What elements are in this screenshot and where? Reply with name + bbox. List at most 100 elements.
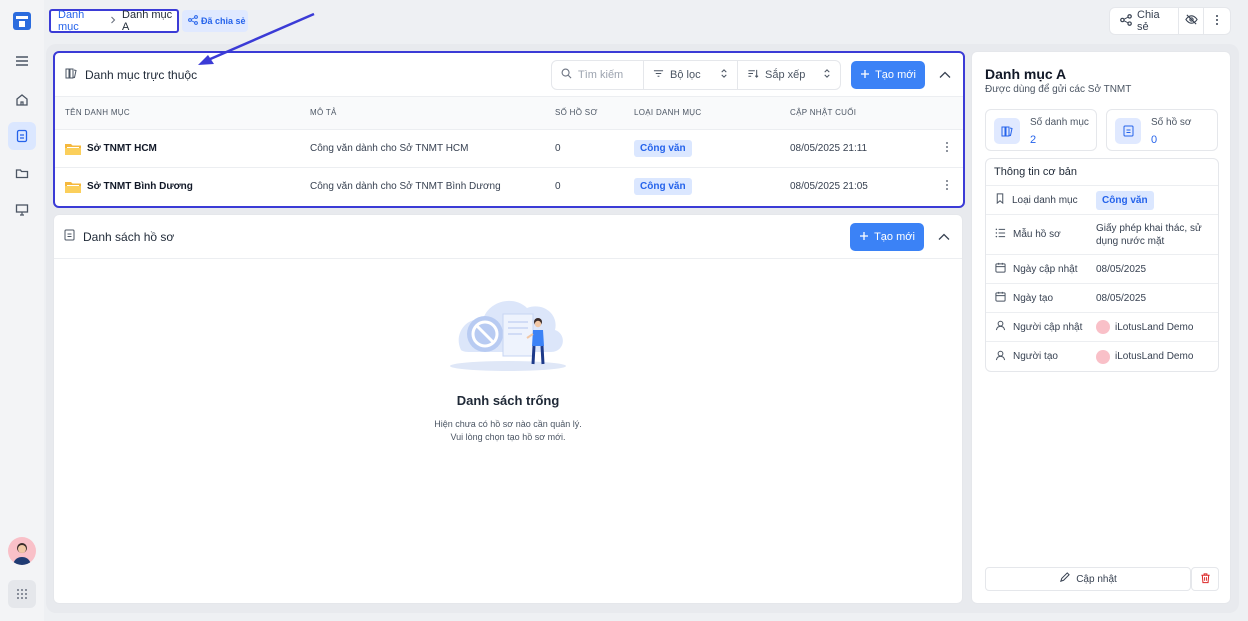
template-label: Mẫu hồ sơ bbox=[1013, 229, 1061, 240]
detail-title: Danh mục A bbox=[985, 66, 1067, 82]
column-header-description[interactable]: MÔ TẢ bbox=[300, 97, 545, 130]
filter-label: Bộ lọc bbox=[670, 69, 701, 81]
type-tag: Công văn bbox=[634, 139, 692, 157]
search-placeholder: Tìm kiếm bbox=[578, 69, 624, 81]
more-vertical-icon bbox=[945, 179, 949, 194]
home-icon[interactable] bbox=[8, 86, 36, 114]
pencil-icon bbox=[1059, 572, 1070, 586]
row-description: Công văn dành cho Sở TNMT Bình Dương bbox=[310, 180, 501, 192]
hide-button[interactable] bbox=[1179, 8, 1205, 34]
app-logo-icon[interactable] bbox=[12, 11, 32, 31]
calendar-icon bbox=[995, 291, 1006, 305]
chevron-updown-icon bbox=[823, 68, 831, 82]
empty-title: Danh sách trống bbox=[456, 393, 560, 408]
subcatalog-title: Danh mục trực thuộc bbox=[85, 67, 198, 82]
eye-off-icon bbox=[1184, 13, 1198, 29]
more-vertical-icon bbox=[1215, 14, 1219, 29]
create-subcatalog-button[interactable]: Tạo mới bbox=[851, 61, 925, 89]
updater-value: iLotusLand Demo bbox=[1115, 321, 1194, 333]
search-icon bbox=[561, 68, 572, 82]
sort-icon bbox=[747, 68, 759, 82]
left-rail bbox=[0, 0, 44, 621]
info-row-type: Loại danh mục Công văn bbox=[986, 186, 1218, 215]
row-updated: 08/05/2025 21:05 bbox=[790, 180, 868, 192]
create-label: Tạo mới bbox=[875, 69, 916, 81]
column-header-name[interactable]: TÊN DANH MỤC bbox=[55, 97, 300, 130]
breadcrumb: Danh mục Danh mục A bbox=[49, 9, 179, 33]
share-button[interactable]: Chia sẻ bbox=[1110, 8, 1179, 34]
breadcrumb-root-link[interactable]: Danh mục bbox=[58, 9, 104, 33]
detail-subtitle: Được dùng để gửi các Sở TNMT bbox=[985, 84, 1132, 95]
filter-button[interactable]: Bộ lọc bbox=[644, 61, 738, 89]
avatar bbox=[1096, 349, 1110, 364]
basic-info-title: Thông tin cơ bản bbox=[986, 159, 1218, 186]
chevron-right-icon bbox=[109, 15, 117, 27]
presentation-icon[interactable] bbox=[8, 196, 36, 224]
updated-value: 08/05/2025 bbox=[1096, 263, 1147, 275]
folder-icon bbox=[65, 142, 81, 155]
update-button[interactable]: Cập nhật bbox=[985, 567, 1191, 591]
stat-files-label: Số hồ sơ bbox=[1151, 117, 1192, 128]
row-count: 0 bbox=[555, 180, 561, 192]
collapse-files-button[interactable] bbox=[936, 229, 952, 245]
empty-description-line1: Hiện chưa có hồ sơ nào cần quản lý. bbox=[434, 419, 582, 429]
user-icon bbox=[995, 350, 1006, 364]
document-icon bbox=[64, 229, 75, 244]
creator-label: Người tạo bbox=[1013, 351, 1058, 362]
column-header-type[interactable]: LOẠI DANH MỤC bbox=[624, 97, 780, 130]
files-card: Danh sách hồ sơ Tạo mới Danh sách trống … bbox=[53, 214, 963, 604]
type-tag: Công văn bbox=[634, 177, 692, 195]
row-name[interactable]: Sở TNMT Bình Dương bbox=[87, 181, 193, 192]
info-row-creator: Người tạo iLotusLand Demo bbox=[986, 342, 1218, 371]
chevron-up-icon bbox=[938, 230, 950, 244]
template-value: Giấy phép khai thác, sử dụng nước mặt bbox=[1096, 222, 1202, 247]
files-header: Danh sách hồ sơ Tạo mới bbox=[54, 215, 962, 259]
books-icon bbox=[994, 118, 1020, 144]
list-icon bbox=[995, 228, 1006, 241]
subcatalog-toolbar: Tìm kiếm Bộ lọc Sắp xếp Tạo mới bbox=[551, 60, 925, 90]
stat-catalogs-label: Số danh mục bbox=[1030, 117, 1089, 128]
create-label: Tạo mới bbox=[874, 231, 915, 243]
top-actions: Chia sẻ bbox=[1109, 7, 1231, 35]
avatar bbox=[1096, 320, 1110, 334]
shared-badge[interactable]: Đã chia sẻ bbox=[182, 10, 248, 32]
subcatalog-header: Danh mục trực thuộc Tìm kiếm Bộ lọc Sắp … bbox=[55, 53, 963, 97]
info-row-updater: Người cập nhật iLotusLand Demo bbox=[986, 313, 1218, 342]
table-header-row: TÊN DANH MỤC MÔ TẢ SỐ HỒ SƠ LOẠI DANH MỤ… bbox=[55, 97, 963, 130]
folder-icon bbox=[65, 180, 81, 193]
subcatalog-card: Danh mục trực thuộc Tìm kiếm Bộ lọc Sắp … bbox=[53, 51, 965, 208]
sort-button[interactable]: Sắp xếp bbox=[738, 61, 840, 89]
document-icon bbox=[1115, 118, 1141, 144]
calendar-icon bbox=[995, 262, 1006, 276]
plus-icon bbox=[860, 69, 870, 82]
column-header-count[interactable]: SỐ HỒ SƠ bbox=[545, 97, 624, 130]
user-icon bbox=[995, 320, 1006, 334]
create-file-button[interactable]: Tạo mới bbox=[850, 223, 924, 251]
column-header-updated[interactable]: CẬP NHẬT CUỐI bbox=[780, 97, 920, 130]
plus-icon bbox=[859, 231, 869, 244]
delete-button[interactable] bbox=[1191, 567, 1219, 591]
breadcrumb-current: Danh mục A bbox=[122, 9, 173, 33]
row-more-button[interactable] bbox=[920, 129, 963, 168]
avatar[interactable] bbox=[8, 537, 36, 565]
table-row[interactable]: Sở TNMT Bình Dương Công văn dành cho Sở … bbox=[55, 167, 963, 205]
empty-illustration bbox=[447, 290, 569, 375]
more-button[interactable] bbox=[1204, 8, 1230, 34]
detail-panel: Danh mục A Được dùng để gửi các Sở TNMT … bbox=[971, 51, 1231, 604]
row-more-button[interactable] bbox=[920, 167, 963, 205]
files-title: Danh sách hồ sơ bbox=[83, 229, 175, 244]
type-label: Loại danh mục bbox=[1012, 194, 1078, 206]
basic-info: Thông tin cơ bản Loại danh mục Công văn … bbox=[985, 158, 1219, 372]
collapse-subcatalog-button[interactable] bbox=[937, 67, 953, 83]
row-name[interactable]: Sở TNMT HCM bbox=[87, 143, 157, 154]
folder-icon[interactable] bbox=[8, 159, 36, 187]
menu-icon[interactable] bbox=[8, 47, 36, 75]
catalog-icon[interactable] bbox=[8, 122, 36, 150]
stat-files-value: 0 bbox=[1151, 134, 1158, 146]
search-input[interactable]: Tìm kiếm bbox=[552, 61, 644, 89]
apps-grid-icon[interactable] bbox=[8, 580, 36, 608]
empty-state: Danh sách trống Hiện chưa có hồ sơ nào c… bbox=[54, 290, 962, 444]
more-vertical-icon bbox=[945, 141, 949, 156]
table-row[interactable]: Sở TNMT HCM Công văn dành cho Sở TNMT HC… bbox=[55, 129, 963, 168]
files-toolbar: Tạo mới bbox=[850, 222, 924, 252]
